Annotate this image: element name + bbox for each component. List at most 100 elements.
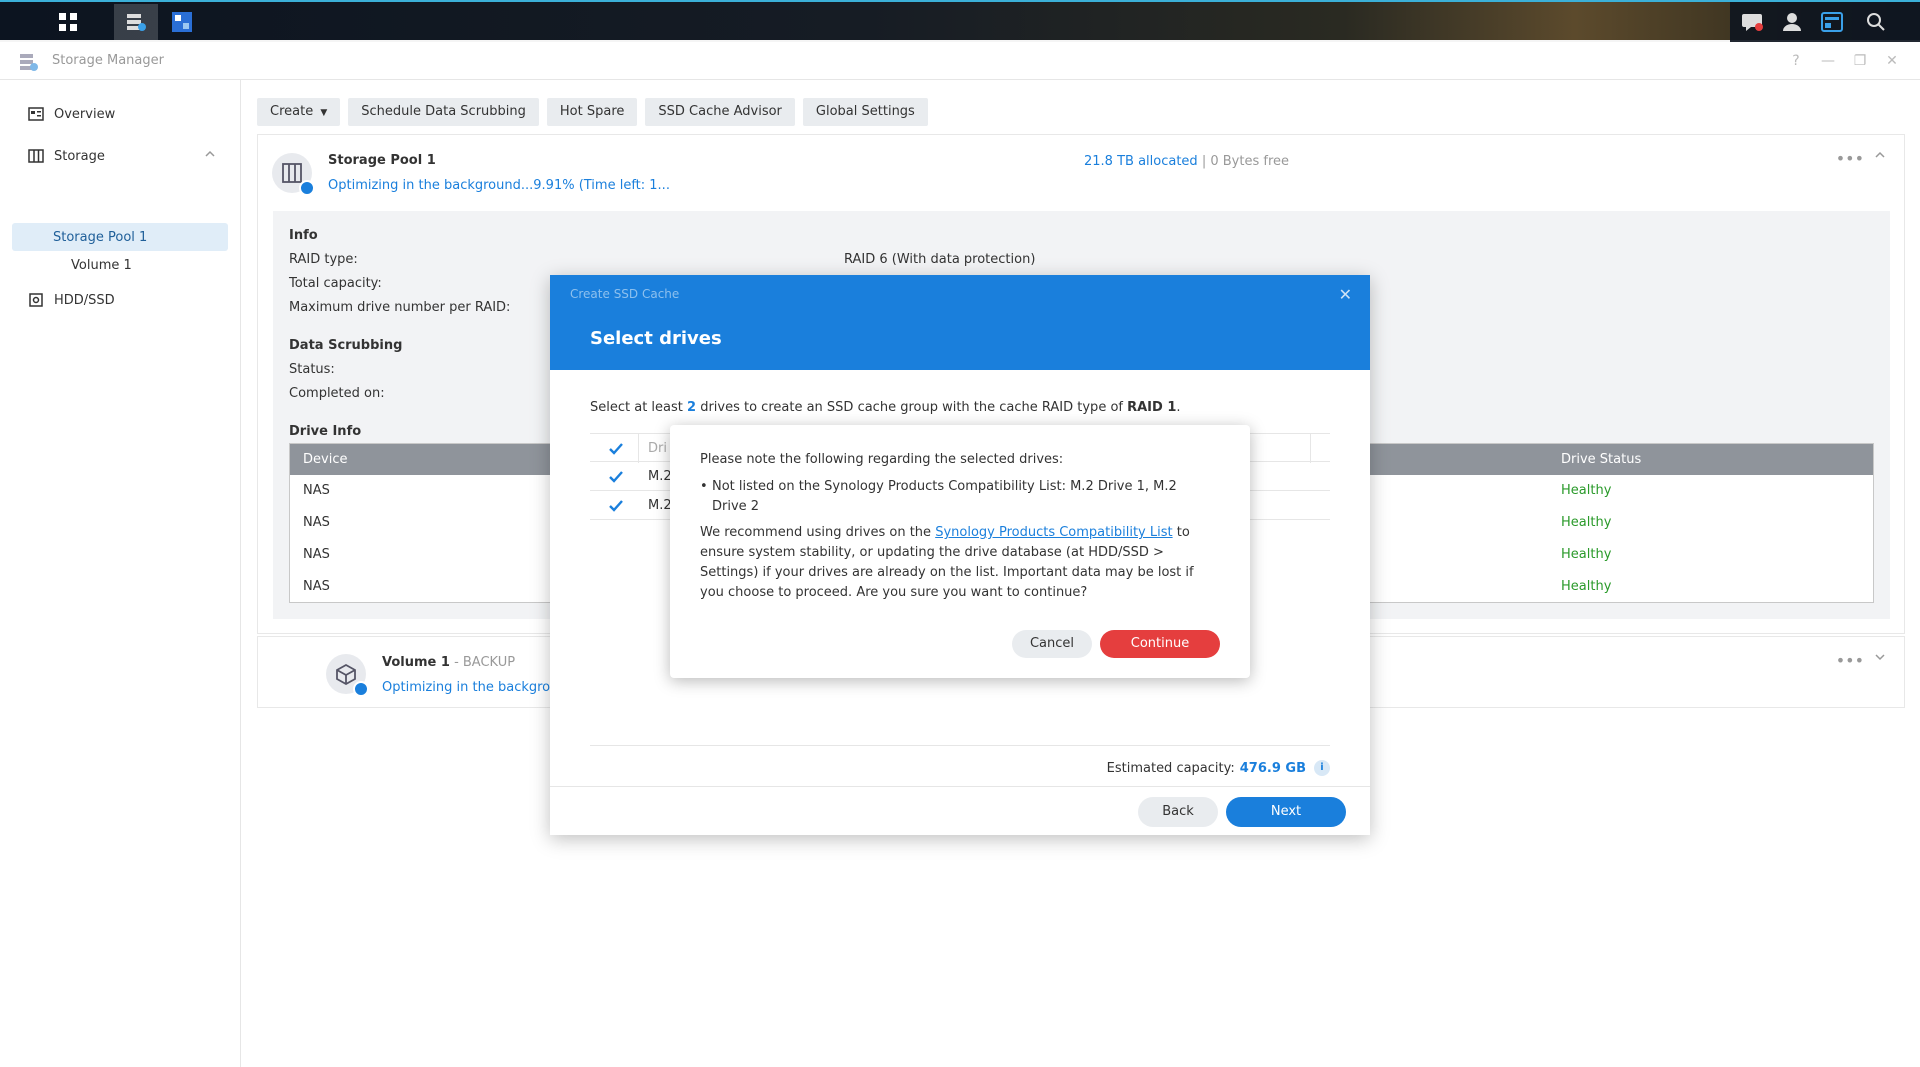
scrub-completed-label: Completed on: — [289, 386, 385, 401]
window-titlebar: Storage Manager ? — ❐ ✕ — [0, 42, 1920, 80]
sidebar: Overview Storage Storage Pool 1 Volume 1… — [0, 80, 241, 1067]
data-scrubbing-section-title: Data Scrubbing — [289, 338, 403, 353]
taskbar-tray — [1730, 2, 1920, 42]
column-header-device: Device — [303, 452, 348, 467]
sidebar-item-storage[interactable]: Storage — [12, 142, 228, 170]
desc-min-drives: 2 — [687, 400, 697, 415]
search-icon[interactable] — [1854, 4, 1898, 40]
volume-tag: - BACKUP — [449, 655, 516, 670]
info-section-title: Info — [289, 228, 318, 243]
sidebar-item-storage-pool-1[interactable]: Storage Pool 1 — [12, 223, 228, 251]
hot-spare-button[interactable]: Hot Spare — [546, 98, 638, 126]
estimated-capacity-value: 476.9 GB — [1239, 760, 1306, 776]
main-menu-icon[interactable] — [46, 4, 90, 40]
user-icon[interactable] — [1770, 4, 1814, 40]
storage-pool-status: Optimizing in the background...9.91% (Ti… — [328, 178, 670, 193]
total-capacity-label: Total capacity: — [289, 276, 382, 291]
volume-title: Volume 1 - BACKUP — [382, 655, 515, 670]
drive-info-section-title: Drive Info — [289, 424, 362, 439]
drive-status-cell: Healthy — [1561, 483, 1612, 498]
allocated-value: 21.8 TB allocated — [1084, 154, 1198, 169]
control-panel-taskbar-icon[interactable] — [160, 4, 204, 40]
drive-name: M.2 — [648, 469, 672, 484]
dialog-description: Select at least 2 drives to create an SS… — [590, 400, 1181, 415]
restore-icon[interactable]: ❐ — [1850, 51, 1870, 71]
back-button[interactable]: Back — [1138, 797, 1218, 827]
minimize-icon[interactable]: — — [1818, 51, 1838, 71]
warning-bullet: • Not listed on the Synology Products Co… — [700, 477, 1200, 517]
bullet-icon: • — [700, 479, 708, 494]
sync-badge-icon — [299, 180, 315, 196]
drive-status-cell: Healthy — [1561, 515, 1612, 530]
select-all-checkbox[interactable] — [608, 441, 624, 457]
app-title: Storage Manager — [52, 53, 164, 68]
info-icon[interactable]: i — [1314, 760, 1330, 776]
toolbar: Create ▼ Schedule Data Scrubbing Hot Spa… — [257, 98, 928, 126]
column-header-drive-status: Drive Status — [1561, 452, 1642, 467]
close-icon[interactable]: ✕ — [1882, 51, 1902, 71]
more-actions-icon[interactable]: ••• — [1836, 149, 1864, 168]
dialog-header: Create SSD Cache ✕ Select drives — [550, 275, 1370, 370]
app-icon — [18, 51, 40, 77]
hdd-icon — [28, 292, 44, 308]
next-button[interactable]: Next — [1226, 797, 1346, 827]
device-cell: NAS — [303, 547, 330, 562]
estimated-capacity-label: Estimated capacity: — [1106, 760, 1235, 776]
warning-body-pre: We recommend using drives on the — [700, 525, 936, 540]
sidebar-item-label: Volume 1 — [71, 257, 132, 273]
volume-name: Volume 1 — [382, 655, 450, 670]
device-cell: NAS — [303, 483, 330, 498]
dialog-window-title: Create SSD Cache — [570, 287, 680, 301]
create-label: Create — [270, 104, 314, 119]
taskbar — [0, 0, 1920, 42]
schedule-data-scrubbing-button[interactable]: Schedule Data Scrubbing — [348, 98, 539, 126]
sidebar-item-volume-1[interactable]: Volume 1 — [12, 251, 228, 279]
cancel-button[interactable]: Cancel — [1012, 630, 1092, 658]
help-icon[interactable]: ? — [1786, 51, 1806, 71]
volume-icon — [326, 654, 369, 697]
continue-button[interactable]: Continue — [1100, 630, 1220, 658]
drive-checkbox[interactable] — [608, 498, 624, 514]
dialog-title: Select drives — [590, 328, 722, 349]
storage-pool-allocation: 21.8 TB allocated | 0 Bytes free — [1084, 154, 1289, 169]
warning-title: Please note the following regarding the … — [700, 452, 1064, 467]
chevron-down-icon[interactable] — [1874, 651, 1886, 666]
drive-status-cell: Healthy — [1561, 547, 1612, 562]
caret-down-icon: ▼ — [320, 108, 328, 118]
free-value: 0 Bytes free — [1210, 154, 1290, 169]
widgets-icon[interactable] — [1810, 4, 1854, 40]
sidebar-item-hdd-ssd[interactable]: HDD/SSD — [12, 286, 228, 314]
chevron-up-icon[interactable] — [1874, 149, 1886, 164]
drive-checkbox[interactable] — [608, 469, 624, 485]
storage-manager-taskbar-icon[interactable] — [114, 4, 158, 40]
divider — [550, 786, 1370, 787]
more-actions-icon[interactable]: ••• — [1836, 651, 1864, 670]
device-cell: NAS — [303, 579, 330, 594]
drive-status-cell: Healthy — [1561, 579, 1612, 594]
chevron-up-icon[interactable] — [204, 148, 216, 164]
device-cell: NAS — [303, 515, 330, 530]
create-button[interactable]: Create ▼ — [257, 98, 341, 126]
sidebar-item-label: Storage — [54, 148, 105, 164]
raid-type-label: RAID type: — [289, 252, 358, 267]
notification-icon[interactable] — [1730, 4, 1774, 40]
column-divider — [1310, 434, 1311, 463]
global-settings-button[interactable]: Global Settings — [802, 98, 928, 126]
warning-bullet-text: Not listed on the Synology Products Comp… — [712, 479, 1177, 514]
scrub-status-label: Status: — [289, 362, 335, 377]
raid-type-value: RAID 6 (With data protection) — [844, 252, 1036, 267]
allocation-separator: | — [1201, 154, 1207, 169]
desc-raid-type: RAID 1 — [1127, 400, 1177, 415]
desc-end: . — [1176, 400, 1181, 415]
sidebar-item-overview[interactable]: Overview — [12, 100, 228, 128]
compatibility-list-link[interactable]: Synology Products Compatibility List — [935, 525, 1172, 540]
column-header-drive: Dri — [648, 441, 667, 456]
warning-body: We recommend using drives on the Synolog… — [700, 523, 1220, 603]
ssd-cache-advisor-button[interactable]: SSD Cache Advisor — [645, 98, 795, 126]
sidebar-item-label: Overview — [54, 106, 116, 122]
storage-icon — [28, 148, 44, 164]
close-icon[interactable]: ✕ — [1339, 285, 1352, 304]
volume-status: Optimizing in the backgro — [382, 680, 551, 695]
overview-icon — [28, 106, 44, 122]
sync-badge-icon — [353, 681, 369, 697]
